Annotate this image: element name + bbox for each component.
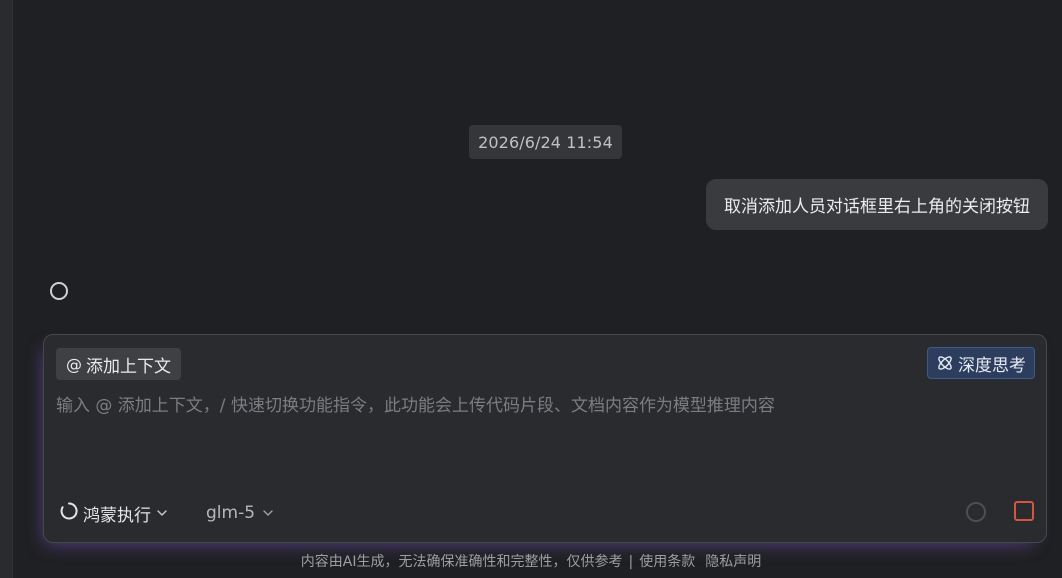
model-selector[interactable]: glm-5 <box>206 501 275 525</box>
add-context-label: 添加上下文 <box>86 356 171 377</box>
chevron-down-icon <box>155 506 169 520</box>
at-icon: @ <box>66 354 82 374</box>
deep-think-toggle[interactable]: 深度思考 <box>927 347 1035 379</box>
loading-ring-icon <box>50 282 68 300</box>
deep-think-label: 深度思考 <box>958 355 1026 376</box>
footer-disclaimer-bar: 内容由AI生成，无法确保准确性和完整性，仅供参考 | 使用条款 隐私声明 <box>0 551 1062 571</box>
footer-separator: | <box>628 554 634 570</box>
mode-label: 鸿蒙执行 <box>83 505 151 526</box>
harmony-ring-icon <box>59 501 79 526</box>
message-timestamp: 2026/6/24 11:54 <box>469 125 622 159</box>
add-context-button[interactable]: @ 添加上下文 <box>56 348 181 380</box>
user-message-bubble: 取消添加人员对话框里右上角的关闭按钮 <box>706 179 1048 230</box>
footer-disclaimer: 内容由AI生成，无法确保准确性和完整性，仅供参考 <box>300 554 623 570</box>
stop-square-icon[interactable] <box>1014 501 1034 521</box>
atom-icon <box>936 354 954 372</box>
chevron-down-icon <box>261 506 275 520</box>
chat-input-panel: @ 添加上下文 深度思考 输入 @ 添加上下文，/ 快速切换功能指令，此功能会上… <box>43 334 1047 543</box>
progress-circle-icon <box>966 502 986 522</box>
privacy-link[interactable]: 隐私声明 <box>705 554 761 570</box>
terms-link[interactable]: 使用条款 <box>639 554 695 570</box>
mode-selector[interactable]: 鸿蒙执行 <box>59 501 169 526</box>
model-label: glm-5 <box>206 503 256 523</box>
prompt-input[interactable]: 输入 @ 添加上下文，/ 快速切换功能指令，此功能会上传代码片段、文档内容作为模… <box>56 391 1016 416</box>
left-sidebar-rail <box>0 0 13 578</box>
